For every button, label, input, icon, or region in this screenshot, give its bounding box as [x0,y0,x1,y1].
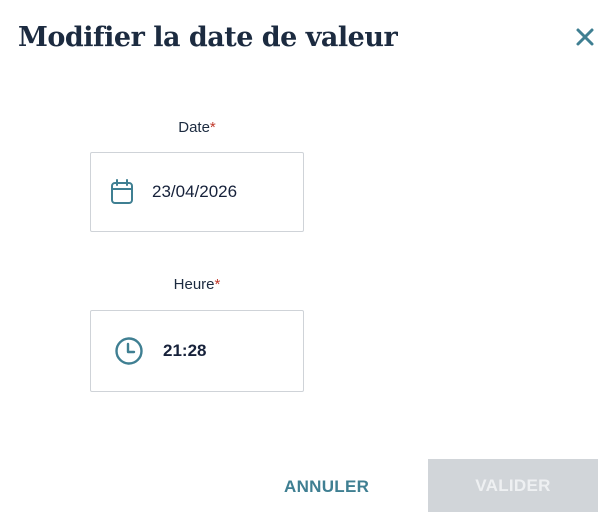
time-value: 21:28 [163,341,207,360]
validate-button[interactable]: VALIDER [428,459,598,512]
date-field-label: Date* [90,119,304,136]
time-label-text: Heure [173,276,215,293]
time-field-label: Heure* [90,276,304,293]
dialog-title: Modifier la date de valeur [18,22,398,53]
clock-icon [114,336,144,366]
date-required-mark: * [209,119,216,136]
date-field[interactable]: 23/04/2026 [90,152,304,232]
close-icon [576,28,594,46]
date-label-text: Date [178,119,210,136]
date-value: 23/04/2026 [152,182,238,201]
time-required-mark: * [214,276,221,293]
calendar-icon [110,179,134,205]
close-button[interactable] [572,24,598,50]
cancel-button[interactable]: ANNULER [284,477,369,497]
time-field[interactable]: 21:28 [90,310,304,392]
